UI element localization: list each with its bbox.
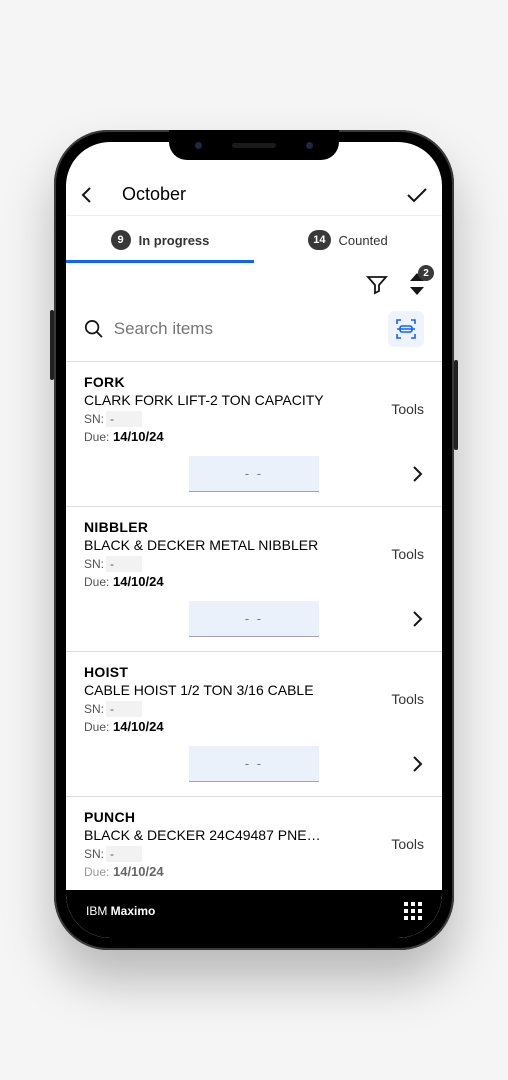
item-code: HOIST	[84, 664, 391, 680]
list-item[interactable]: HOIST CABLE HOIST 1/2 TON 3/16 CABLE SN:…	[66, 652, 442, 797]
tab-in-progress[interactable]: 9 In progress	[66, 216, 254, 263]
counted-count-badge: 14	[308, 230, 330, 250]
tab-label: Counted	[339, 233, 388, 248]
tab-label: In progress	[139, 233, 210, 248]
item-due: Due: 14/10/24	[84, 864, 391, 879]
item-serial: SN:-	[84, 557, 391, 571]
search-row	[66, 301, 442, 362]
list-item[interactable]: PUNCH BLACK & DECKER 24C49487 PNEU. PU..…	[66, 797, 442, 890]
scan-button[interactable]	[388, 311, 424, 347]
page-header: October	[66, 176, 442, 216]
item-detail-button[interactable]	[412, 610, 424, 628]
item-due: Due: 14/10/24	[84, 429, 391, 444]
sort-count-badge: 2	[418, 265, 434, 281]
filter-icon	[366, 273, 388, 295]
sort-down-icon	[410, 287, 424, 295]
item-category: Tools	[391, 836, 424, 852]
chevron-right-icon	[412, 755, 424, 773]
item-category: Tools	[391, 401, 424, 417]
tabs: 9 In progress 14 Counted	[66, 216, 442, 263]
app-footer: IBM Maximo	[66, 890, 442, 938]
quantity-input[interactable]: - -	[189, 746, 319, 782]
item-description: BLACK & DECKER METAL NIBBLER	[84, 537, 324, 553]
checkmark-icon	[406, 186, 428, 204]
item-description: CLARK FORK LIFT-2 TON CAPACITY	[84, 392, 324, 408]
phone-frame: October 9 In progress 14 Counted 2	[54, 130, 454, 950]
confirm-button[interactable]	[402, 186, 428, 204]
chevron-right-icon	[412, 610, 424, 628]
list-toolbar: 2	[66, 263, 442, 301]
list-item[interactable]: NIBBLER BLACK & DECKER METAL NIBBLER SN:…	[66, 507, 442, 652]
back-button[interactable]	[80, 186, 106, 204]
item-code: NIBBLER	[84, 519, 391, 535]
item-detail-button[interactable]	[412, 755, 424, 773]
app-screen: October 9 In progress 14 Counted 2	[66, 142, 442, 938]
item-description: CABLE HOIST 1/2 TON 3/16 CABLE	[84, 682, 324, 698]
chevron-left-icon	[80, 186, 94, 204]
item-code: PUNCH	[84, 809, 391, 825]
item-due: Due: 14/10/24	[84, 719, 391, 734]
item-detail-button[interactable]	[412, 465, 424, 483]
quantity-input[interactable]: - -	[189, 456, 319, 492]
item-list: FORK CLARK FORK LIFT-2 TON CAPACITY SN:-…	[66, 362, 442, 890]
item-description: BLACK & DECKER 24C49487 PNEU. PU...	[84, 827, 324, 843]
quantity-input[interactable]: - -	[189, 601, 319, 637]
barcode-scan-icon	[395, 319, 417, 339]
item-serial: SN:-	[84, 847, 391, 861]
in-progress-count-badge: 9	[111, 230, 131, 250]
item-serial: SN:-	[84, 702, 391, 716]
item-category: Tools	[391, 691, 424, 707]
search-box[interactable]	[84, 318, 376, 340]
page-title: October	[122, 184, 402, 205]
item-code: FORK	[84, 374, 391, 390]
brand-label: IBM Maximo	[86, 904, 155, 918]
item-category: Tools	[391, 546, 424, 562]
search-input[interactable]	[114, 319, 376, 339]
tab-counted[interactable]: 14 Counted	[254, 216, 442, 263]
search-icon	[84, 318, 104, 340]
app-switcher-button[interactable]	[404, 902, 422, 920]
item-due: Due: 14/10/24	[84, 574, 391, 589]
filter-button[interactable]	[366, 273, 388, 295]
chevron-right-icon	[412, 465, 424, 483]
phone-notch	[169, 130, 339, 160]
item-serial: SN:-	[84, 412, 391, 426]
sort-button[interactable]: 2	[410, 273, 424, 295]
list-item[interactable]: FORK CLARK FORK LIFT-2 TON CAPACITY SN:-…	[66, 362, 442, 507]
